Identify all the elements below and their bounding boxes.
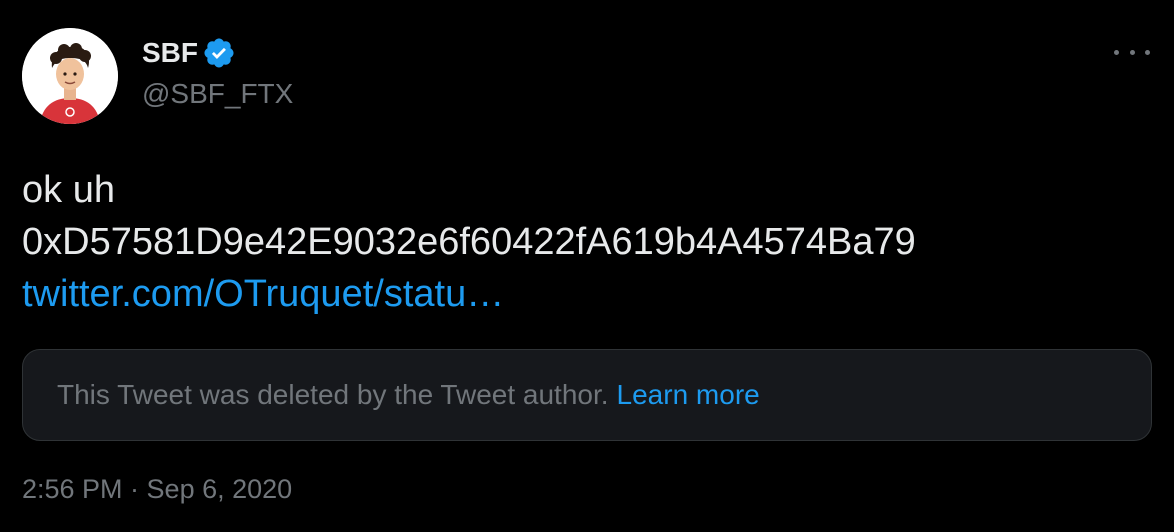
more-options-icon[interactable] [1114, 40, 1150, 64]
author-display-name[interactable]: SBF [142, 37, 198, 69]
avatar-illustration [22, 28, 118, 124]
learn-more-link[interactable]: Learn more [617, 379, 760, 411]
deleted-message: This Tweet was deleted by the Tweet auth… [57, 379, 609, 410]
name-row: SBF [142, 36, 293, 70]
tweet-container: SBF @SBF_FTX ok uh 0xD57581D9e42E9032e6f… [0, 0, 1174, 532]
tweet-wallet-address: 0xD57581D9e42E9032e6f60422fA619b4A4574Ba… [22, 221, 916, 263]
tweet-text-line: ok uh [22, 169, 115, 211]
more-dot [1145, 49, 1150, 55]
author-info: SBF @SBF_FTX [142, 36, 293, 110]
author-handle[interactable]: @SBF_FTX [142, 78, 293, 110]
more-dot [1129, 49, 1135, 55]
verified-badge-icon [202, 36, 236, 70]
deleted-quote-card: This Tweet was deleted by the Tweet auth… [22, 349, 1152, 441]
tweet-timestamp[interactable]: 2:56 PM · Sep 6, 2020 [22, 474, 292, 505]
more-dot [1114, 49, 1119, 55]
author-avatar[interactable] [22, 28, 118, 124]
tweet-link[interactable]: twitter.com/OTruquet/statu… [22, 268, 916, 320]
tweet-text: ok uh 0xD57581D9e42E9032e6f60422fA619b4A… [22, 164, 916, 320]
